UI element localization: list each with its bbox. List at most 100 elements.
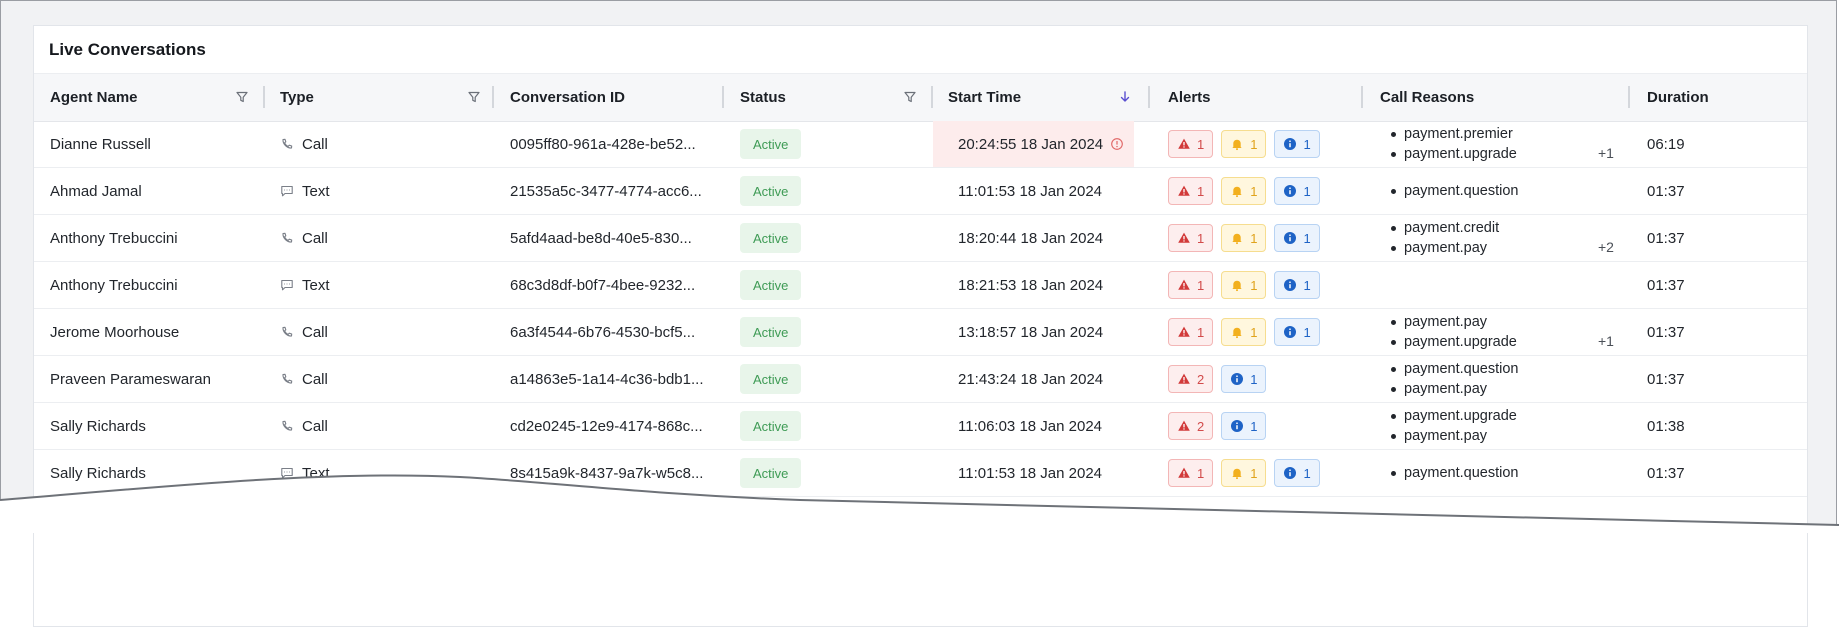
call-reason-item: payment.question [1391, 183, 1518, 199]
alert-badge-yellow[interactable]: 1 [1221, 224, 1267, 252]
column-header[interactable]: Call Reasons [1380, 74, 1474, 121]
start-time: 11:01:53 18 Jan 2024 [958, 182, 1103, 200]
more-reasons-count[interactable]: +2 [1598, 239, 1614, 255]
alert-badge-blue[interactable]: 1 [1274, 224, 1320, 252]
conversation-id[interactable]: a14863e5-1a14-4c36-bdb1... [510, 356, 704, 402]
column-header[interactable]: Duration [1647, 74, 1709, 121]
conversation-type-label: Text [302, 276, 330, 294]
status-cell: Active [740, 121, 802, 167]
conversation-type: Text [280, 262, 330, 308]
conversation-id[interactable]: 8s415a9k-8437-9a7k-w5c8... [510, 450, 703, 496]
alert-yellow-icon [1230, 231, 1244, 245]
alerts-cell: 21 [1168, 403, 1274, 449]
more-reasons-count[interactable]: +1 [1598, 333, 1614, 349]
alert-badge-yellow[interactable]: 1 [1221, 459, 1267, 487]
alert-badge-red[interactable]: 1 [1168, 271, 1214, 299]
alert-badge-blue[interactable]: 1 [1274, 177, 1320, 205]
table-row[interactable]: Sally Richards Call cd2e0245-12e9-4174-868… [34, 403, 1807, 450]
call-reasons: payment.premier payment.upgrade [1391, 121, 1517, 167]
screenshot-frame: Live Conversations Agent Name Type Convers… [0, 0, 1837, 627]
agent-name: Anthony Trebuccini [50, 229, 178, 247]
call-reason-item: payment.premier [1391, 126, 1517, 142]
conversation-id[interactable]: cd2e0245-12e9-4174-868c... [510, 403, 703, 449]
alert-badge-blue[interactable]: 1 [1221, 365, 1267, 393]
duration: 01:38 [1647, 417, 1685, 435]
filter-icon[interactable] [466, 89, 482, 105]
table-row[interactable]: Praveen Parameswaran Call a14863e5-1a14-4c… [34, 356, 1807, 403]
column-header[interactable]: Start Time [948, 74, 1021, 121]
alert-badge-yellow[interactable]: 1 [1221, 130, 1267, 158]
column-resize-handle[interactable] [492, 86, 494, 108]
conversation-id[interactable]: 68c3d8df-b0f7-4bee-9232... [510, 262, 695, 308]
alert-badge-red[interactable]: 1 [1168, 318, 1214, 346]
filter-icon[interactable] [234, 89, 250, 105]
alert-blue-icon [1283, 137, 1297, 151]
duration: 01:37 [1647, 370, 1685, 388]
column-resize-handle[interactable] [1361, 86, 1363, 108]
phone-icon [280, 372, 302, 386]
alert-badge-yellow[interactable]: 1 [1221, 318, 1267, 346]
conversation-type-label: Call [302, 323, 328, 341]
alert-badge-yellow[interactable]: 1 [1221, 271, 1267, 299]
sort-descending-icon[interactable] [1117, 89, 1133, 105]
column-header[interactable]: Status [740, 74, 786, 121]
conversation-id[interactable]: 0095ff80-961a-428e-be52... [510, 121, 696, 167]
conversation-id[interactable]: 5afd4aad-be8d-40e5-830... [510, 215, 692, 261]
column-resize-handle[interactable] [1148, 86, 1150, 108]
alert-badge-blue[interactable]: 1 [1274, 318, 1320, 346]
alert-badge-yellow[interactable]: 1 [1221, 177, 1267, 205]
column-resize-handle[interactable] [931, 86, 933, 108]
call-reason-item: payment.upgrade [1391, 146, 1517, 162]
live-conversations-card: Live Conversations Agent Name Type Convers… [33, 25, 1808, 627]
warning-circle-icon[interactable] [1110, 121, 1124, 167]
column-resize-handle[interactable] [722, 86, 724, 108]
call-reasons: payment.question [1391, 450, 1518, 496]
alert-badge-red[interactable]: 1 [1168, 177, 1214, 205]
table-row[interactable]: Sally Richards Text 8s415a9k-8437-9a7k-w5c… [34, 450, 1807, 497]
agent-name: Jerome Moorhouse [50, 323, 180, 341]
start-time: 18:21:53 18 Jan 2024 [958, 276, 1104, 294]
duration: 06:19 [1647, 135, 1685, 153]
table-row[interactable]: Jerome Moorhouse Call 6a3f4544-6b76-4530-b… [34, 309, 1807, 356]
call-reason-item: payment.credit [1391, 220, 1499, 236]
alert-badge-red[interactable]: 1 [1168, 459, 1214, 487]
alert-blue-icon [1283, 325, 1297, 339]
duration: 01:37 [1647, 323, 1685, 341]
alert-count: 1 [1303, 324, 1311, 340]
call-reason-item: payment.pay [1391, 381, 1518, 397]
column-resize-handle[interactable] [1628, 86, 1630, 108]
message-icon [280, 278, 302, 292]
alert-count: 1 [1303, 183, 1311, 199]
column-header[interactable]: Conversation ID [510, 74, 625, 121]
alerts-cell: 1 1 1 [1168, 262, 1328, 308]
conversation-id[interactable]: 21535a5c-3477-4774-acc6... [510, 168, 702, 214]
alert-count: 1 [1250, 230, 1258, 246]
alert-badge-blue[interactable]: 1 [1274, 459, 1320, 487]
alert-badge-blue[interactable]: 1 [1274, 130, 1320, 158]
alert-red-icon [1177, 419, 1191, 433]
alert-badge-red[interactable]: 2 [1168, 365, 1214, 393]
alert-badge-blue[interactable]: 1 [1274, 271, 1320, 299]
table-row[interactable]: Anthony Trebuccini Call 5afd4aad-be8d-40e5… [34, 215, 1807, 262]
filter-icon[interactable] [902, 89, 918, 105]
start-time: 13:18:57 18 Jan 2024 [958, 323, 1104, 341]
column-header[interactable]: Agent Name [50, 74, 138, 121]
table-row[interactable]: Dianne Russell Call 0095ff80-961a-428e-be5… [34, 121, 1807, 168]
table-row[interactable]: Ahmad Jamal Text 21535a5c-3477-4774-acc6..… [34, 168, 1807, 215]
column-header[interactable]: Alerts [1168, 74, 1211, 121]
more-reasons-count[interactable]: +1 [1598, 145, 1614, 161]
alert-badge-red[interactable]: 1 [1168, 224, 1214, 252]
alert-badge-red[interactable]: 2 [1168, 412, 1214, 440]
table-row[interactable]: Anthony Trebuccini Text 68c3d8df-b0f7-4bee… [34, 262, 1807, 309]
alert-badge-blue[interactable]: 1 [1221, 412, 1267, 440]
alert-red-icon [1177, 184, 1191, 198]
column-resize-handle[interactable] [263, 86, 265, 108]
column-header[interactable]: Type [280, 74, 314, 121]
status-badge: Active [740, 364, 802, 394]
alert-count: 1 [1303, 136, 1311, 152]
call-reason-item: payment.upgrade [1391, 334, 1517, 350]
call-reason-item: payment.pay [1391, 428, 1517, 444]
conversation-id[interactable]: 6a3f4544-6b76-4530-bcf5... [510, 309, 695, 355]
alert-red-icon [1177, 466, 1191, 480]
alert-badge-red[interactable]: 1 [1168, 130, 1214, 158]
